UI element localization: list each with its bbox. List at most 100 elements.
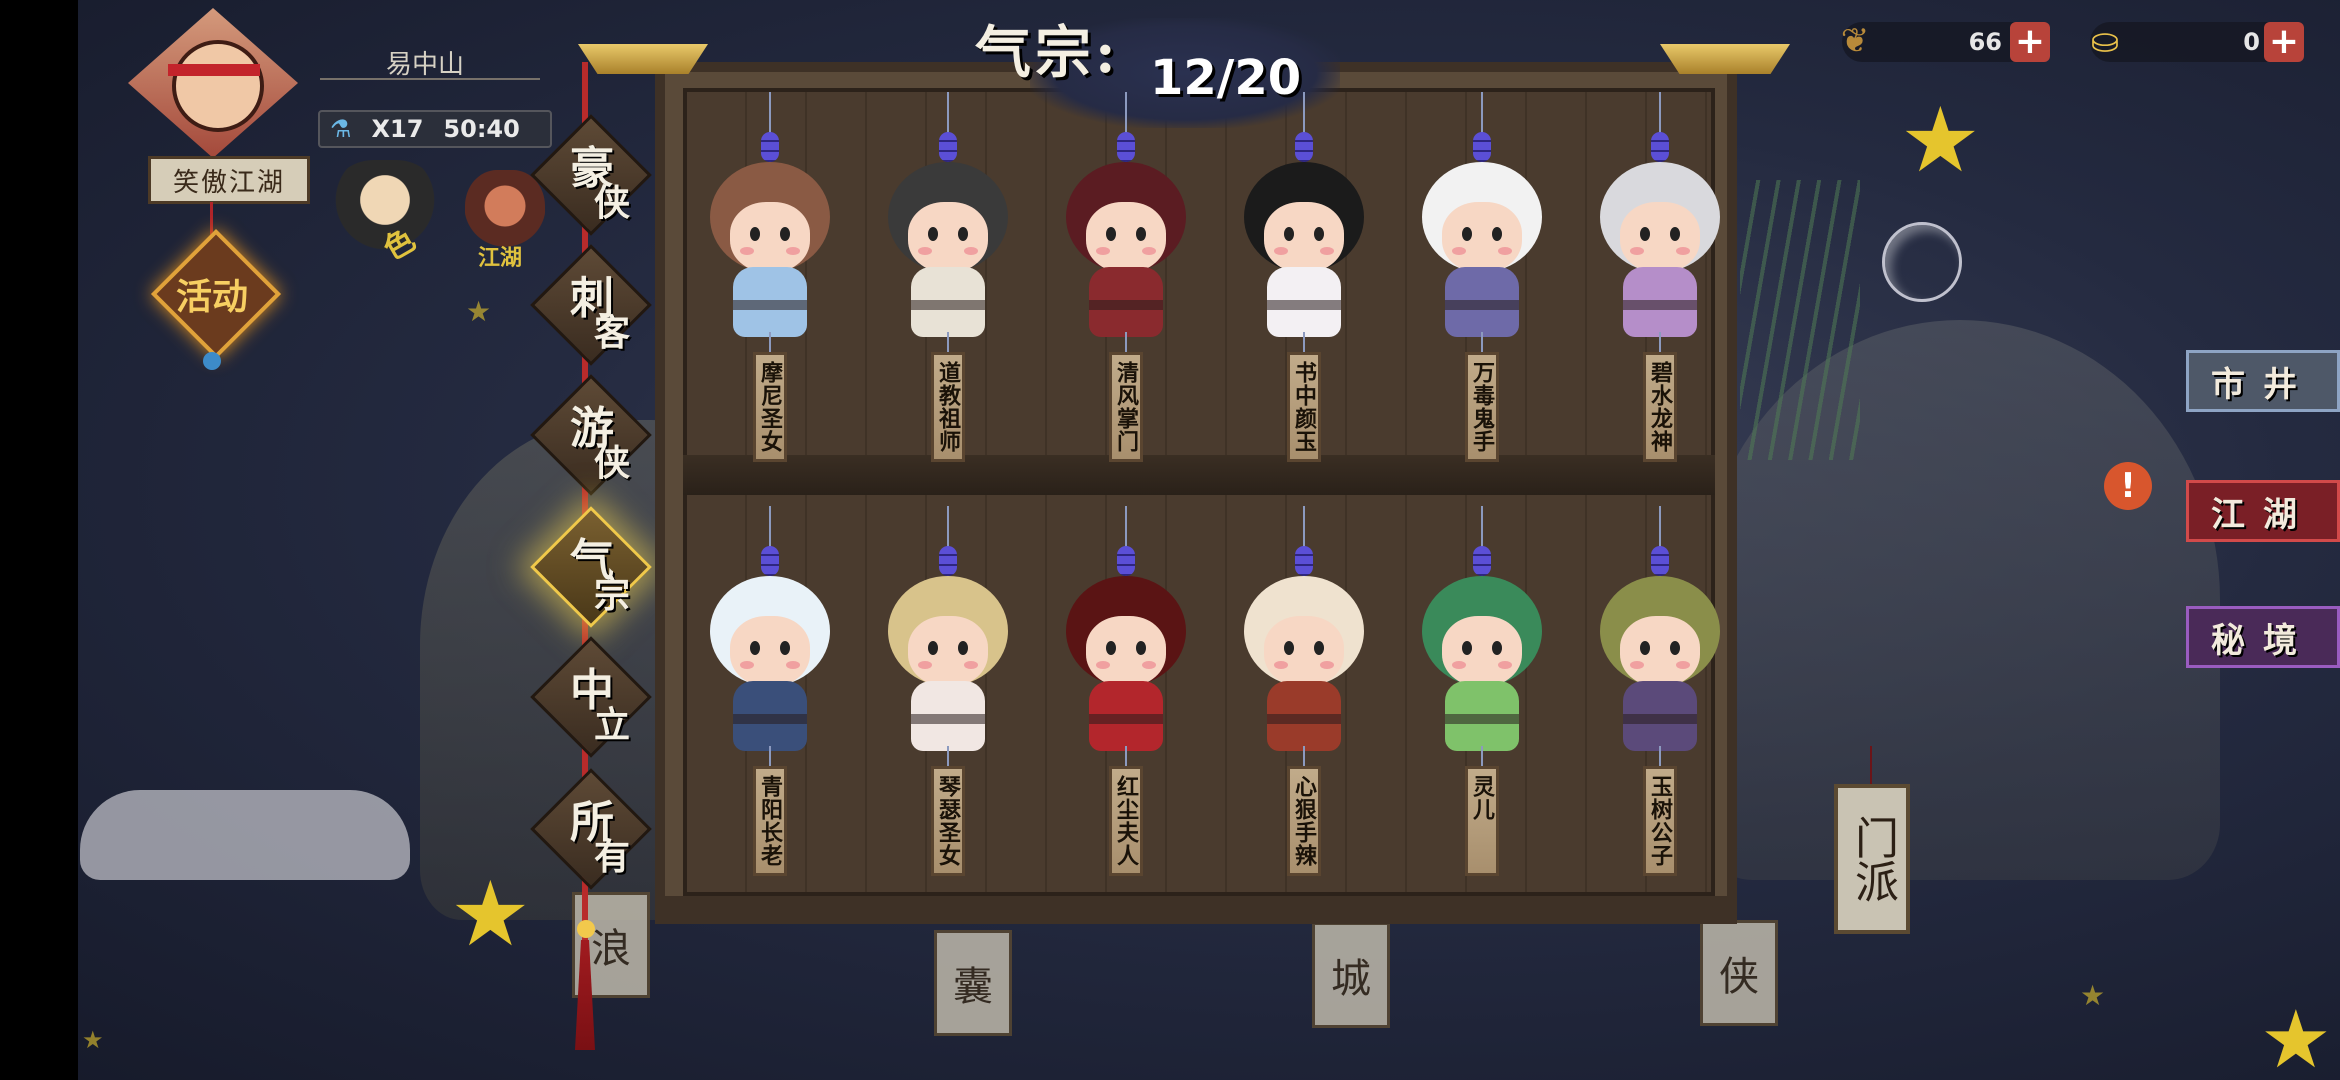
tab-label: 宗 [593,574,630,616]
character-name: 玉树公子 [1647,775,1673,867]
character-cheek [918,661,932,669]
character-name: 青阳长老 [757,775,783,867]
character-figure[interactable]: 碧水龙神 [1575,92,1745,462]
character-eye [958,227,968,241]
tab-zhongli[interactable]: 中 立 [530,636,652,758]
sect-plaque-button[interactable]: 门派 [1834,784,1910,934]
tab-qizong[interactable]: 气 宗 [530,506,652,628]
hanging-string [1303,332,1305,354]
hanging-string [1303,746,1305,768]
market-button[interactable]: 市井 [2186,350,2340,412]
tab-youxia[interactable]: 游 侠 [530,374,652,496]
character-figure[interactable]: 道教祖师 [863,92,1033,462]
potion-icon: ⚗ [330,115,352,143]
background-cloud [80,790,410,880]
bead-string [939,132,957,162]
star-icon: ★ [466,295,492,328]
character-name-tag: 碧水龙神 [1643,352,1677,462]
character-eye [1136,227,1146,241]
leaf-icon: ❦ [1840,21,1870,61]
add-gold-button[interactable]: + [2264,22,2304,62]
character-name: 碧水龙神 [1647,361,1673,453]
character-eye [1640,227,1650,241]
character-name: 万毒鬼手 [1469,361,1495,453]
hanging-string [769,746,771,768]
energy-multiplier: X17 [371,115,424,143]
gold-ingot-icon: ⛀ [2090,21,2120,61]
character-cheek [786,661,800,669]
character-figure[interactable]: 心狠手辣 [1219,506,1389,876]
character-cheek [1676,247,1690,255]
character-eye [928,227,938,241]
character-figure[interactable]: 琴瑟圣女 [863,506,1033,876]
character-eye [1492,227,1502,241]
character-cheek [964,661,978,669]
character-eye [780,227,790,241]
secret-realm-button[interactable]: 秘境 [2186,606,2340,668]
cabinet-base [655,896,1737,924]
hanging-string [1659,332,1661,354]
bubble-decoration [1882,222,1962,302]
alert-icon: ! [2104,462,2152,510]
character-figure[interactable]: 灵儿 [1397,506,1567,876]
character-figure[interactable]: 书中颜玉 [1219,92,1389,462]
character-face [1086,202,1166,272]
character-name: 清风掌门 [1113,361,1139,453]
character-cheek [918,247,932,255]
character-face [908,616,988,686]
character-cheek [1274,661,1288,669]
character-face [1264,202,1344,272]
character-name-tag: 玉树公子 [1643,766,1677,876]
hanging-string [1125,332,1127,354]
character-figure[interactable]: 摩尼圣女 [685,92,855,462]
gold-corner-ornament [578,44,708,74]
character-name: 灵儿 [1469,775,1495,821]
hanging-string [947,332,949,354]
character-figure[interactable]: 万毒鬼手 [1397,92,1567,462]
energy-bar: ⚗ X17 50:40 [318,110,552,148]
character-eye [780,641,790,655]
character-cheek [964,247,978,255]
character-figure[interactable]: 红尘夫人 [1041,506,1211,876]
character-face [1620,616,1700,686]
tab-suoyou[interactable]: 所 有 [530,768,652,890]
avatar-face [172,40,264,132]
character-name: 琴瑟圣女 [935,775,961,867]
tab-cike[interactable]: 刺 客 [530,244,652,366]
character-belt [911,300,985,310]
bead-string [761,546,779,576]
character-name-tag: 道教祖师 [931,352,965,462]
hanging-string [1659,746,1661,768]
add-leaf-button[interactable]: + [2010,22,2050,62]
sect-plaque-label: 门派 [1847,815,1898,903]
character-cheek [1630,247,1644,255]
character-eye [1462,641,1472,655]
gold-corner-ornament [1660,44,1790,74]
tab-label: 侠 [593,442,630,484]
player-title-badge[interactable]: 笑傲江湖 [148,156,310,204]
character-cheek [1142,247,1156,255]
character-figure[interactable]: 青阳长老 [685,506,855,876]
star-icon: ★ [450,862,531,967]
event-badge-label: 活动 [175,276,248,318]
jianghu-button[interactable]: 江湖 [2186,480,2340,542]
character-cheek [1630,661,1644,669]
bead-string [1117,132,1135,162]
hanging-string [1125,746,1127,768]
character-eye [958,641,968,655]
character-face [1442,202,1522,272]
character-belt [1445,714,1519,724]
bead-string [939,546,957,576]
game-scene: ★ ★ ★ ★ ★ ★ 浪 囊 城 侠 易中山 ⚗ X17 50:40 笑傲江湖… [0,0,2340,1080]
tab-label: 客 [593,312,630,354]
character-eye [1492,641,1502,655]
character-eye [1640,641,1650,655]
character-face [730,202,810,272]
character-figure[interactable]: 玉树公子 [1575,506,1745,876]
hanging-string [1481,746,1483,768]
tab-haoxia[interactable]: 豪 侠 [530,114,652,236]
character-figure[interactable]: 清风掌门 [1041,92,1211,462]
star-icon: ★ [82,1026,104,1054]
letterbox-bar [0,0,78,1080]
character-eye [1314,227,1324,241]
